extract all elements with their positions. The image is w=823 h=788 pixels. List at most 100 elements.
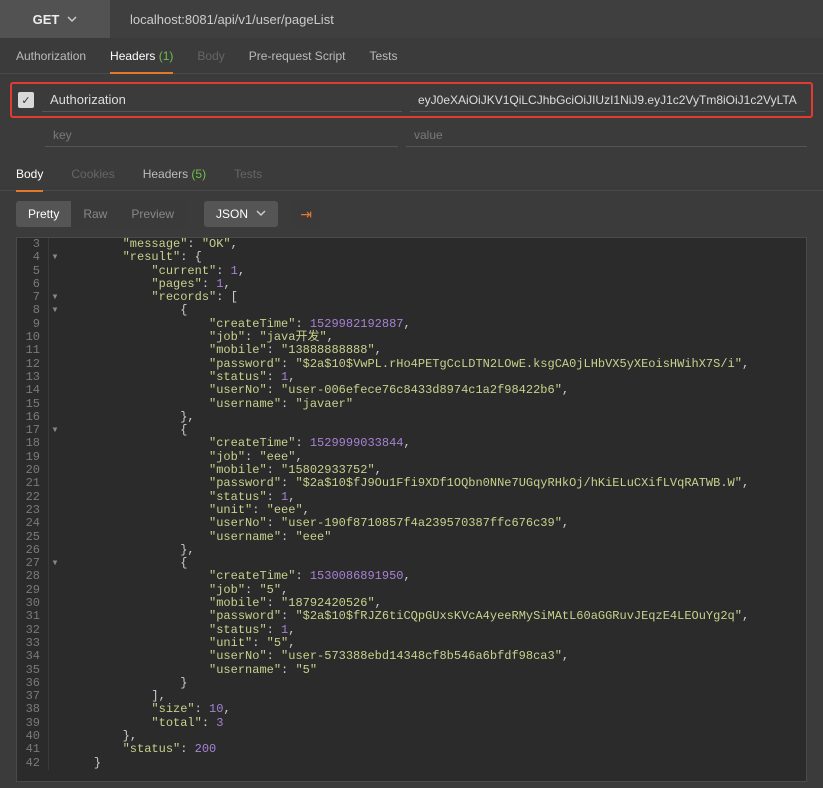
line-number: 38: [17, 703, 49, 716]
line-number: 13: [17, 371, 49, 384]
fold-toggle: [49, 238, 61, 251]
header-value-placeholder[interactable]: value: [406, 124, 807, 147]
code-line: 10 "job": "java开发",: [17, 331, 806, 344]
code-line: 3 "message": "OK",: [17, 238, 806, 251]
code-content: "userNo": "user-190f8710857f4a239570387f…: [61, 517, 569, 530]
code-content: "unit": "eee",: [61, 504, 310, 517]
code-content: },: [61, 730, 137, 743]
line-number: 19: [17, 451, 49, 464]
header-key-input[interactable]: Authorization: [42, 88, 402, 112]
tab-authorization[interactable]: Authorization: [16, 39, 86, 73]
code-content: "status": 1,: [61, 371, 295, 384]
fold-toggle: [49, 624, 61, 637]
line-number: 10: [17, 331, 49, 344]
tab-tests[interactable]: Tests: [369, 39, 397, 73]
code-content: "mobile": "15802933752",: [61, 464, 382, 477]
code-content: "password": "$2a$10$fRJZ6tiCQpGUxsKVcA4y…: [61, 610, 749, 623]
view-preview[interactable]: Preview: [119, 201, 186, 227]
line-number: 7: [17, 291, 49, 304]
fold-toggle: [49, 517, 61, 530]
view-pretty[interactable]: Pretty: [16, 201, 71, 227]
line-number: 28: [17, 570, 49, 583]
resp-tab-cookies[interactable]: Cookies: [71, 157, 114, 191]
code-line: 8▾ {: [17, 304, 806, 317]
fold-toggle: [49, 384, 61, 397]
response-body[interactable]: 3 "message": "OK",4▾ "result": {5 "curre…: [16, 237, 807, 782]
fold-toggle: [49, 477, 61, 490]
line-number: 15: [17, 398, 49, 411]
fold-toggle[interactable]: ▾: [49, 557, 61, 570]
tab-headers-count: (1): [159, 49, 174, 63]
view-controls: Pretty Raw Preview JSON ⇥: [0, 191, 823, 237]
code-content: ],: [61, 690, 166, 703]
line-number: 9: [17, 318, 49, 331]
line-number: 41: [17, 743, 49, 756]
fold-toggle: [49, 491, 61, 504]
code-content: }: [61, 757, 101, 770]
code-line: 24 "userNo": "user-190f8710857f4a2395703…: [17, 517, 806, 530]
resp-tab-headers-count: (5): [191, 167, 206, 181]
code-content: }: [61, 677, 187, 690]
code-line: 4▾ "result": {: [17, 251, 806, 264]
code-content: "total": 3: [61, 717, 223, 730]
fold-toggle[interactable]: ▾: [49, 304, 61, 317]
line-number: 17: [17, 424, 49, 437]
body-type-select[interactable]: JSON: [204, 201, 278, 227]
code-content: "job": "java开发",: [61, 331, 334, 344]
code-line: 22 "status": 1,: [17, 491, 806, 504]
url-text: localhost:8081/api/v1/user/pageList: [130, 12, 334, 27]
code-line: 18 "createTime": 1529999033844,: [17, 437, 806, 450]
fold-toggle: [49, 703, 61, 716]
code-content: "createTime": 1529999033844,: [61, 437, 411, 450]
code-content: "mobile": "13888888888",: [61, 344, 382, 357]
line-number: 23: [17, 504, 49, 517]
code-line: 13 "status": 1,: [17, 371, 806, 384]
code-content: {: [61, 304, 187, 317]
line-number: 39: [17, 717, 49, 730]
fold-toggle: [49, 743, 61, 756]
tab-headers-label: Headers: [110, 49, 155, 63]
code-line: 40 },: [17, 730, 806, 743]
code-line: 34 "userNo": "user-573388ebd14348cf8b546…: [17, 650, 806, 663]
fold-toggle: [49, 265, 61, 278]
code-line: 23 "unit": "eee",: [17, 504, 806, 517]
code-content: "userNo": "user-006efece76c8433d8974c1a2…: [61, 384, 569, 397]
resp-tab-body[interactable]: Body: [16, 157, 43, 191]
line-number: 12: [17, 358, 49, 371]
fold-toggle: [49, 544, 61, 557]
code-content: {: [61, 424, 187, 437]
line-number: 27: [17, 557, 49, 570]
fold-toggle: [49, 690, 61, 703]
code-line: 7▾ "records": [: [17, 291, 806, 304]
resp-tab-headers[interactable]: Headers (5): [143, 157, 206, 191]
code-content: "job": "5",: [61, 584, 288, 597]
line-number: 14: [17, 384, 49, 397]
header-key-placeholder[interactable]: key: [45, 124, 398, 147]
fold-toggle: [49, 318, 61, 331]
code-line: 27▾ {: [17, 557, 806, 570]
url-input[interactable]: localhost:8081/api/v1/user/pageList: [110, 0, 823, 38]
line-number: 4: [17, 251, 49, 264]
wrap-lines-button[interactable]: ⇥: [292, 201, 320, 227]
fold-toggle: [49, 730, 61, 743]
view-raw[interactable]: Raw: [71, 201, 119, 227]
tab-body[interactable]: Body: [197, 39, 224, 73]
line-number: 5: [17, 265, 49, 278]
fold-toggle[interactable]: ▾: [49, 424, 61, 437]
line-number: 40: [17, 730, 49, 743]
code-content: "size": 10,: [61, 703, 231, 716]
fold-toggle[interactable]: ▾: [49, 291, 61, 304]
line-number: 31: [17, 610, 49, 623]
method-select[interactable]: GET: [0, 0, 110, 38]
fold-toggle[interactable]: ▾: [49, 251, 61, 264]
code-line: 26 },: [17, 544, 806, 557]
line-number: 29: [17, 584, 49, 597]
resp-tab-tests[interactable]: Tests: [234, 157, 262, 191]
tab-headers[interactable]: Headers (1): [110, 39, 173, 73]
fold-toggle: [49, 757, 61, 770]
tab-prerequest[interactable]: Pre-request Script: [249, 39, 346, 73]
body-type-label: JSON: [216, 207, 248, 221]
header-value-input[interactable]: eyJ0eXAiOiJKV1QiLCJhbGciOiJIUzI1NiJ9.eyJ…: [410, 89, 805, 112]
headers-editor: ✓ Authorization eyJ0eXAiOiJKV1QiLCJhbGci…: [0, 74, 823, 124]
header-enable-checkbox[interactable]: ✓: [18, 92, 34, 108]
